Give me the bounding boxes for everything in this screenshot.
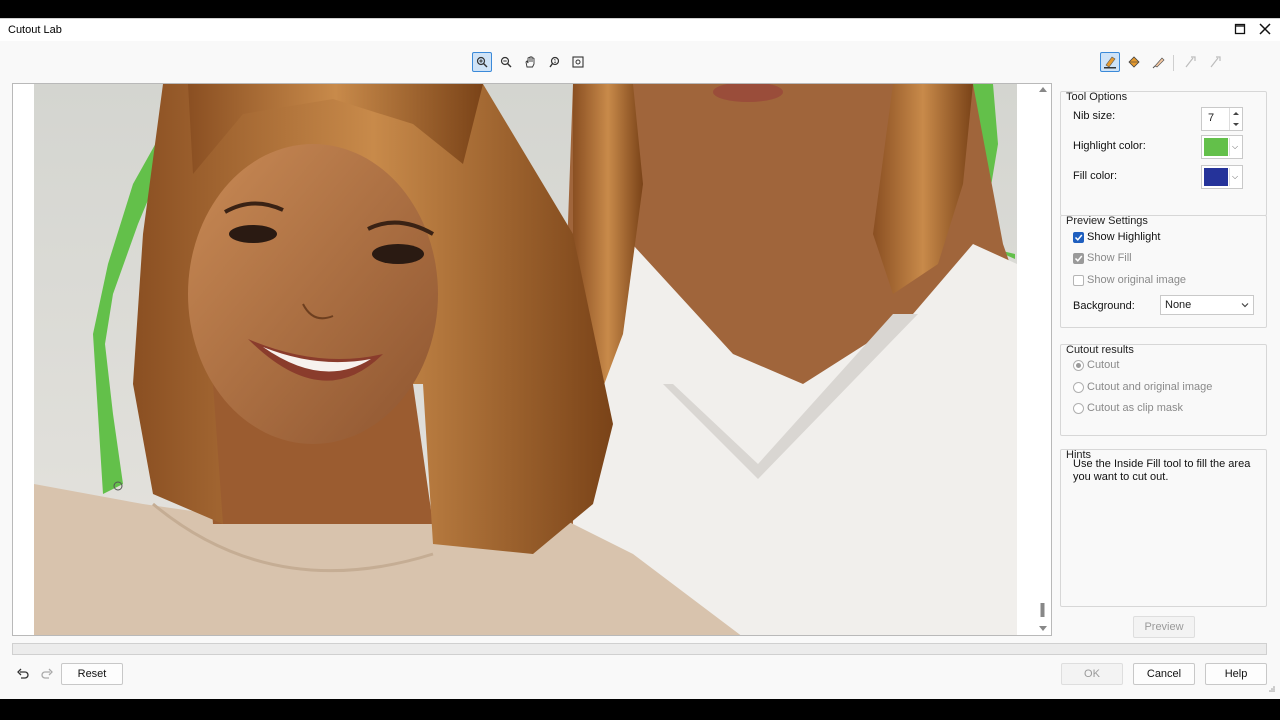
chevron-down-icon <box>1241 303 1249 308</box>
cutout-radio[interactable] <box>1073 360 1084 371</box>
highlighter-tool-button[interactable] <box>1100 52 1120 72</box>
eraser-tool-button[interactable] <box>1149 52 1169 72</box>
background-select[interactable]: None <box>1160 295 1254 315</box>
fill-color-swatch <box>1204 168 1228 186</box>
face <box>188 144 438 444</box>
decrement-icon <box>1233 123 1239 126</box>
help-button[interactable]: Help <box>1205 663 1267 685</box>
increment-icon <box>1233 112 1239 115</box>
tool-options-title: Tool Options <box>1066 91 1128 103</box>
reset-button[interactable]: Reset <box>61 663 123 685</box>
inside-fill-icon <box>1128 56 1140 68</box>
hints-text: Use the Inside Fill tool to fill the are… <box>1073 458 1251 483</box>
zoom-in-icon <box>476 56 488 68</box>
pan-button[interactable] <box>520 52 540 72</box>
svg-text:1: 1 <box>553 59 556 65</box>
show-original-checkbox[interactable] <box>1073 275 1084 286</box>
pan-hand-icon <box>525 56 535 68</box>
preview-settings-title: Preview Settings <box>1066 215 1148 227</box>
scroll-down-icon <box>1039 626 1047 631</box>
cutout-original-radio[interactable] <box>1073 382 1084 393</box>
cutout-results-title: Cutout results <box>1066 344 1134 356</box>
zoom-in-button[interactable] <box>472 52 492 72</box>
photo-preview <box>13 84 1051 635</box>
scroll-up-icon <box>1039 87 1047 92</box>
cutout-original-radio-label: Cutout and original image <box>1087 381 1213 393</box>
highlight-color-picker[interactable]: ⌵ <box>1201 135 1243 159</box>
highlight-color-label: Highlight color: <box>1073 140 1146 152</box>
fill-color-label: Fill color: <box>1073 170 1118 182</box>
smart-eraser-icon <box>1210 56 1221 68</box>
resize-grip-icon[interactable] <box>1268 685 1276 693</box>
zoom-fit-button[interactable] <box>568 52 588 72</box>
window-title: Cutout Lab <box>8 24 62 36</box>
zoom-out-button[interactable] <box>496 52 516 72</box>
show-highlight-label: Show Highlight <box>1087 231 1161 243</box>
zoom-actual-icon: 1 <box>549 56 560 68</box>
show-fill-checkbox[interactable] <box>1073 253 1084 264</box>
fill-color-picker[interactable]: ⌵ <box>1201 165 1243 189</box>
cancel-button[interactable]: Cancel <box>1133 663 1195 685</box>
eraser-icon <box>1152 57 1165 69</box>
zoom-out-icon <box>500 56 512 68</box>
scroll-thumb <box>1040 603 1045 617</box>
canvas-vertical-scrollbar[interactable] <box>1037 86 1049 634</box>
toolbar-divider <box>1173 55 1174 71</box>
clip-mask-radio[interactable] <box>1073 403 1084 414</box>
ok-button[interactable]: OK <box>1061 663 1123 685</box>
close-icon <box>1259 23 1271 35</box>
clip-mask-radio-label: Cutout as clip mask <box>1087 402 1183 414</box>
zoom-actual-button[interactable]: 1 <box>545 52 565 72</box>
background-label: Background: <box>1073 300 1135 312</box>
close-button[interactable] <box>1254 20 1276 38</box>
cutout-lab-window: Cutout Lab 1 Tool Options Nib size: 7 Hi… <box>0 18 1280 699</box>
title-bar: Cutout Lab <box>0 19 1280 41</box>
zoom-fit-icon <box>572 56 584 68</box>
show-highlight-checkbox[interactable] <box>1073 232 1084 243</box>
undo-button[interactable] <box>12 663 34 685</box>
preview-button[interactable]: Preview <box>1133 616 1195 638</box>
maximize-button[interactable] <box>1229 20 1251 38</box>
nib-size-stepper[interactable]: 7 <box>1201 107 1243 131</box>
highlighter-icon <box>1104 56 1116 69</box>
highlight-color-swatch <box>1204 138 1228 156</box>
show-fill-label: Show Fill <box>1087 252 1132 264</box>
smart-highlight-icon <box>1185 56 1196 68</box>
progress-bar <box>12 643 1267 655</box>
background-select-value: None <box>1165 299 1192 311</box>
smart-eraser-button[interactable] <box>1205 52 1225 72</box>
cutout-radio-label: Cutout <box>1087 359 1120 371</box>
chevron-down-icon: ⌵ <box>1229 168 1240 186</box>
redo-button[interactable] <box>36 663 58 685</box>
chevron-down-icon: ⌵ <box>1229 138 1240 156</box>
maximize-icon <box>1234 23 1246 35</box>
undo-icon <box>17 668 29 679</box>
nib-size-value: 7 <box>1208 112 1215 124</box>
image-canvas[interactable] <box>12 83 1052 636</box>
nib-size-label: Nib size: <box>1073 110 1116 122</box>
inside-fill-tool-button[interactable] <box>1124 52 1144 72</box>
show-original-label: Show original image <box>1087 274 1187 286</box>
smart-highlight-button[interactable] <box>1180 52 1200 72</box>
redo-icon <box>41 668 53 679</box>
